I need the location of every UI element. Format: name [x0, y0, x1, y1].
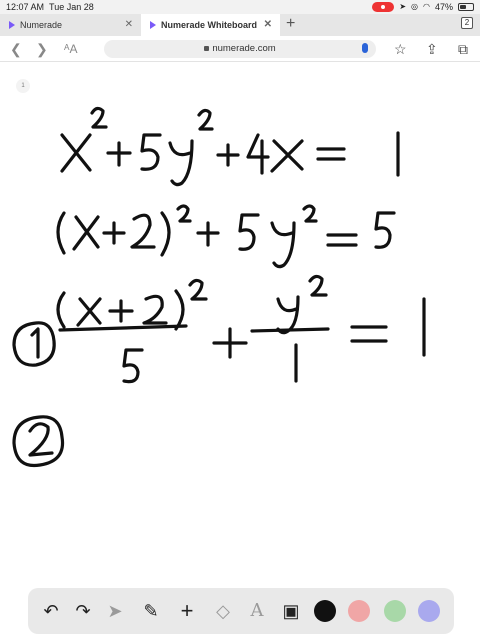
step-marker-1: [12, 321, 56, 367]
whiteboard-tools: ↶ ↷ ➤ ✎ + ◇ A ▣: [28, 588, 454, 634]
equation-line-2: [56, 204, 396, 269]
color-black-swatch[interactable]: [314, 600, 336, 622]
lock-rotation-icon: ◎: [411, 2, 418, 11]
numerade-favicon-icon: [150, 21, 156, 29]
browser-toolbar: ❮ ❯ ᴬA numerade.com ☆ ⇪ ⧉: [0, 36, 480, 62]
step-marker-2: [12, 415, 65, 468]
undo-icon[interactable]: ↶: [38, 598, 64, 624]
microphone-icon[interactable]: [362, 43, 368, 53]
tab-label: Numerade: [20, 20, 63, 30]
color-green-swatch[interactable]: [384, 600, 406, 622]
share-icon[interactable]: ⇪: [426, 36, 438, 62]
bookmark-star-icon[interactable]: ☆: [394, 36, 407, 62]
close-tab-icon[interactable]: ✕: [264, 14, 272, 36]
address-bar[interactable]: numerade.com: [104, 40, 376, 58]
whiteboard-canvas[interactable]: 1: [0, 63, 480, 640]
color-purple-swatch[interactable]: [418, 600, 440, 622]
tab-count-button[interactable]: 2: [461, 17, 473, 29]
numerade-favicon-icon: [9, 21, 15, 29]
forward-icon[interactable]: ❯: [36, 36, 48, 62]
select-icon[interactable]: ➤: [102, 598, 128, 624]
battery-percent: 47%: [434, 2, 453, 12]
status-indicators: ➤ ◎ ◠ 47%: [372, 0, 474, 14]
url-text: numerade.com: [104, 40, 376, 58]
handwriting-layer: [12, 106, 426, 468]
status-time-date: 12:07 AM Tue Jan 28: [6, 2, 94, 12]
wifi-icon: ◠: [423, 2, 430, 11]
tab-numerade-whiteboard[interactable]: Numerade Whiteboard ✕: [141, 14, 280, 36]
tab-numerade[interactable]: Numerade ✕: [0, 14, 141, 36]
redo-icon[interactable]: ↷: [70, 598, 96, 624]
recording-icon: [372, 2, 395, 12]
tabs-overview-icon[interactable]: ⧉: [458, 36, 468, 62]
back-icon[interactable]: ❮: [10, 36, 22, 62]
status-bar: 12:07 AM Tue Jan 28 ➤ ◎ ◠ 47%: [0, 0, 480, 14]
equation-line-3: [56, 274, 426, 384]
equation-line-1: [60, 106, 400, 187]
eraser-icon[interactable]: ◇: [210, 598, 236, 624]
lock-icon: [204, 46, 210, 51]
close-tab-icon[interactable]: ✕: [125, 14, 133, 36]
location-icon: ➤: [399, 2, 407, 11]
pen-icon[interactable]: ✎: [138, 598, 164, 624]
reader-icon[interactable]: ᴬA: [64, 36, 77, 62]
new-tab-icon[interactable]: +: [286, 14, 295, 36]
battery-icon: [458, 3, 474, 11]
tab-bar: Numerade ✕ Numerade Whiteboard ✕: [0, 14, 480, 36]
color-pink-swatch[interactable]: [348, 600, 370, 622]
tab-label: Numerade Whiteboard: [161, 20, 258, 30]
image-icon[interactable]: ▣: [278, 598, 304, 624]
text-icon[interactable]: A: [244, 598, 270, 624]
add-icon[interactable]: +: [174, 598, 200, 624]
